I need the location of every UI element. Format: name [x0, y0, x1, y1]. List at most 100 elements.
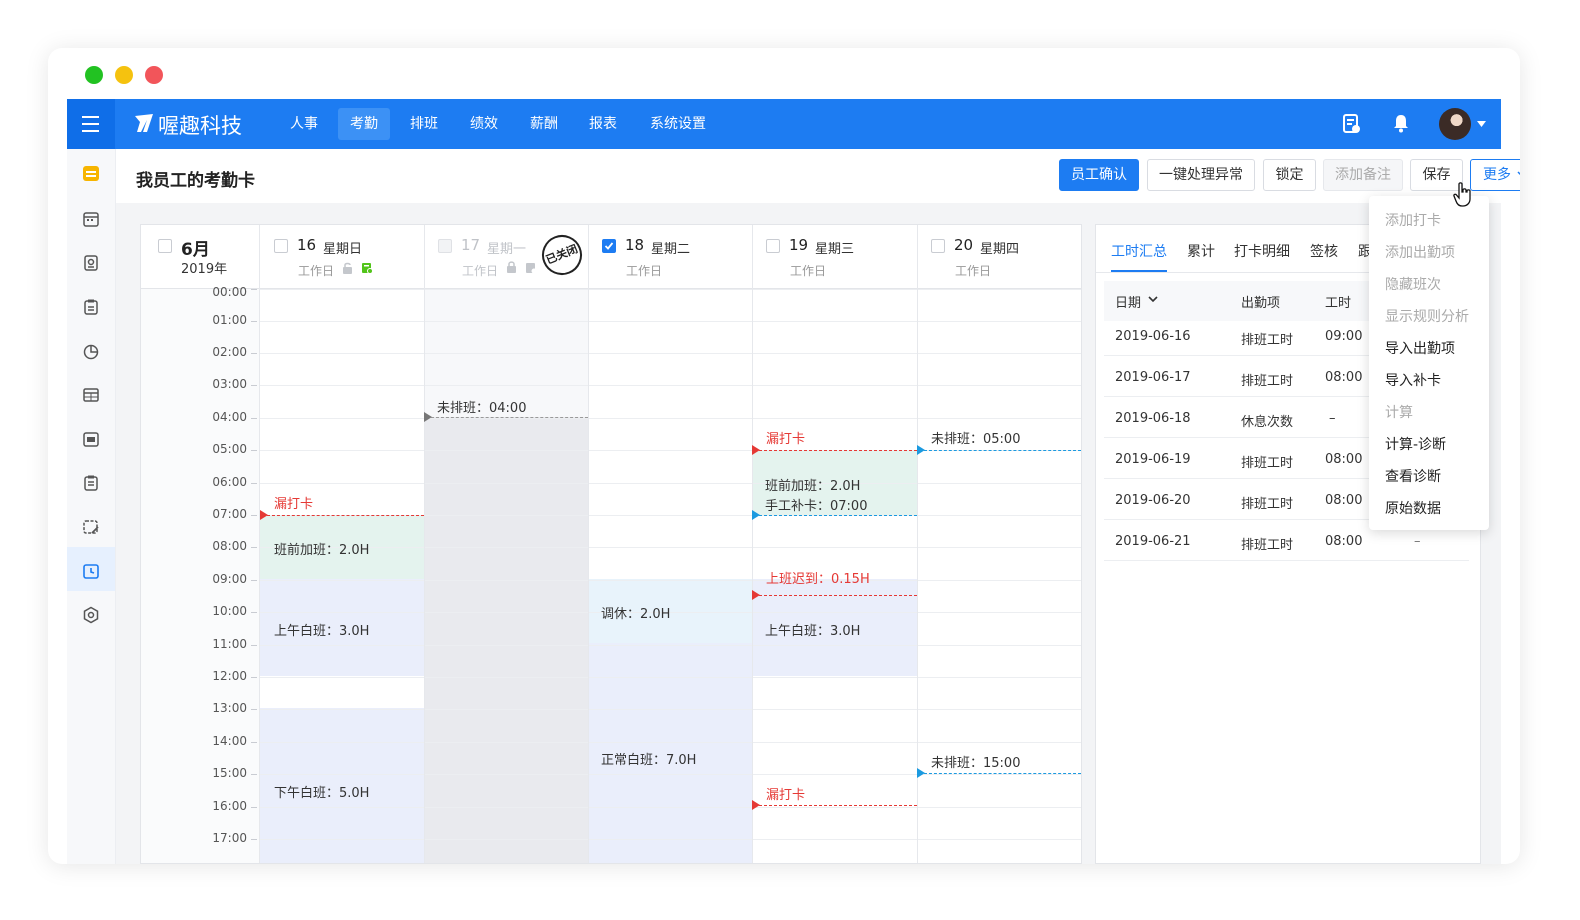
- rest-label: 调休：2.0H: [601, 607, 671, 622]
- hour-gridline: [259, 742, 1081, 743]
- pie-chart-icon[interactable]: [82, 342, 100, 360]
- doc-icon[interactable]: [525, 262, 537, 274]
- hour-gridline: [259, 580, 1081, 581]
- day-checkbox-checked[interactable]: [602, 239, 616, 253]
- column-divider: [259, 225, 260, 863]
- menu-item-show-rule-analysis[interactable]: 显示规则分析: [1385, 306, 1469, 326]
- hand-cursor-icon: [1453, 182, 1471, 207]
- menu-item-import-makeup-punch[interactable]: 导入补卡: [1385, 370, 1441, 390]
- row-hours: 08:00: [1325, 534, 1363, 549]
- attendance-calendar-icon[interactable]: [82, 164, 100, 182]
- day-checkbox[interactable]: [931, 239, 945, 253]
- hour-gridline: [259, 321, 1081, 322]
- nav-performance[interactable]: 绩效: [470, 99, 498, 149]
- attendance-calendar: 6月 2019年 16 星期日 工作日 17 星期一 工作日 已关闭 18 星期…: [140, 224, 1082, 864]
- hour-gridline: [259, 807, 1081, 808]
- doc-icon[interactable]: [1343, 114, 1361, 134]
- hour-tick: [251, 450, 257, 451]
- table-icon[interactable]: [82, 386, 100, 404]
- settings-icon[interactable]: [82, 606, 100, 624]
- month-checkbox[interactable]: [158, 239, 172, 253]
- hour-label: 02:00: [212, 345, 247, 359]
- hour-tick: [251, 580, 257, 581]
- hamburger-menu-icon[interactable]: [67, 99, 115, 149]
- window-minimize-dot[interactable]: [115, 66, 133, 84]
- window-close-dot[interactable]: [85, 66, 103, 84]
- tab-cumulative[interactable]: 累计: [1187, 241, 1215, 261]
- day-number: 16: [297, 236, 317, 254]
- late-label: 上班迟到：0.15H: [766, 572, 870, 587]
- more-button-label: 更多: [1483, 167, 1511, 183]
- row-item: 排班工时: [1241, 456, 1294, 471]
- hour-tick: [251, 612, 257, 613]
- timecard-icon[interactable]: [82, 562, 100, 580]
- user-avatar[interactable]: [1439, 108, 1471, 140]
- fix-exceptions-button[interactable]: 一键处理异常: [1147, 159, 1255, 191]
- calendar-icon[interactable]: [82, 210, 100, 228]
- caret-down-icon[interactable]: [1477, 121, 1486, 127]
- lock-icon[interactable]: [506, 261, 517, 273]
- calendar-header: [141, 225, 1081, 289]
- day-type: 工作日: [462, 264, 499, 278]
- unscheduled-block[interactable]: [424, 417, 588, 863]
- hour-tick: [251, 547, 257, 548]
- nav-payroll[interactable]: 薪酬: [530, 99, 558, 149]
- tab-approval[interactable]: 签核: [1310, 241, 1338, 261]
- row-item: 排班工时: [1241, 497, 1294, 512]
- bell-icon[interactable]: [1393, 114, 1409, 133]
- hour-tick: [251, 677, 257, 678]
- employee-confirm-button[interactable]: 员工确认: [1059, 159, 1139, 191]
- day-type: 工作日: [298, 264, 335, 278]
- column-divider: [424, 225, 425, 863]
- page-header: 我员工的考勤卡 员工确认 一键处理异常 锁定 添加备注 保存 更多: [116, 149, 1520, 203]
- row-date: 2019-06-19: [1115, 452, 1191, 467]
- day-type: 工作日: [790, 264, 827, 278]
- hour-gridline: [259, 418, 1081, 419]
- window-zoom-dot[interactable]: [145, 66, 163, 84]
- month-label: 6月: [181, 240, 210, 260]
- menu-item-hide-shift[interactable]: 隐藏班次: [1385, 274, 1441, 294]
- menu-item-raw-data[interactable]: 原始数据: [1385, 498, 1441, 518]
- more-button[interactable]: 更多: [1470, 159, 1520, 191]
- menu-item-add-attendance[interactable]: 添加出勤项: [1385, 242, 1455, 262]
- hour-gridline: [259, 612, 1081, 613]
- hour-gridline: [259, 385, 1081, 386]
- calendar-edit-icon[interactable]: [82, 518, 100, 536]
- nav-scheduling[interactable]: 排班: [410, 99, 438, 149]
- clipboard-icon[interactable]: [82, 298, 100, 316]
- day-checkbox[interactable]: [274, 239, 288, 253]
- menu-item-calculate[interactable]: 计算: [1385, 402, 1413, 422]
- tab-punch-details[interactable]: 打卡明细: [1234, 241, 1290, 261]
- menu-item-add-punch[interactable]: 添加打卡: [1385, 210, 1441, 230]
- unscheduled-line: [924, 450, 1081, 451]
- row-item: 休息次数: [1241, 415, 1294, 430]
- hour-label: 04:00: [212, 410, 247, 424]
- nav-system-settings[interactable]: 系统设置: [650, 99, 706, 149]
- approved-doc-icon[interactable]: [361, 262, 373, 274]
- chevron-down-icon[interactable]: [1148, 296, 1158, 303]
- hour-gridline: [259, 709, 1081, 710]
- id-card-icon[interactable]: [82, 254, 100, 272]
- checklist-icon[interactable]: [82, 474, 100, 492]
- row-extra: –: [1414, 534, 1421, 549]
- day-checkbox[interactable]: [766, 239, 780, 253]
- day-number: 19: [789, 236, 809, 254]
- menu-item-import-attendance[interactable]: 导入出勤项: [1385, 338, 1455, 358]
- nav-attendance[interactable]: 考勤: [338, 108, 390, 140]
- add-note-button[interactable]: 添加备注: [1323, 159, 1403, 191]
- schedule-icon[interactable]: [82, 430, 100, 448]
- row-item: 排班工时: [1241, 374, 1294, 389]
- unlock-icon[interactable]: [342, 262, 353, 274]
- nav-reports[interactable]: 报表: [589, 99, 617, 149]
- tab-hours-summary[interactable]: 工时汇总: [1111, 241, 1167, 261]
- column-header-date[interactable]: 日期: [1115, 292, 1141, 311]
- overtime-label: 班前加班：2.0H: [274, 543, 370, 558]
- day-checkbox[interactable]: [438, 239, 452, 253]
- nav-hr[interactable]: 人事: [290, 99, 318, 149]
- marker-triangle-icon: [917, 768, 925, 778]
- hour-label: 01:00: [212, 313, 247, 327]
- lock-button[interactable]: 锁定: [1263, 159, 1316, 191]
- menu-item-view-diagnosis[interactable]: 查看诊断: [1385, 466, 1441, 486]
- menu-item-calculate-diagnose[interactable]: 计算-诊断: [1385, 434, 1446, 454]
- year-label: 2019年: [181, 262, 228, 277]
